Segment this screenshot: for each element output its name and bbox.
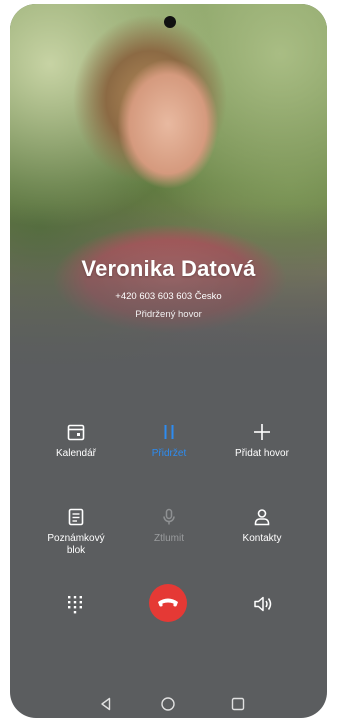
- caller-name: Veronika Datová: [81, 256, 256, 281]
- plus-icon: [254, 424, 270, 440]
- back-icon[interactable]: [98, 696, 114, 712]
- add-call-label: Přidat hovor: [235, 448, 289, 459]
- notepad-icon: [68, 508, 84, 526]
- speaker-button[interactable]: [252, 594, 274, 614]
- notepad-label-line-1: Poznámkový: [47, 533, 105, 544]
- navigation-bar: [10, 696, 327, 718]
- status-bar: [10, 11, 327, 25]
- notepad-label-line-2: blok: [66, 545, 86, 556]
- person-icon: [254, 509, 270, 526]
- contacts-label: Kontakty: [242, 533, 282, 544]
- notepad-button[interactable]: Poznámkový blok: [31, 507, 121, 557]
- calendar-icon: [67, 424, 85, 441]
- mute-button[interactable]: Ztlumit: [124, 507, 214, 545]
- hold-label: Přidržet: [151, 448, 187, 459]
- phone-screen: Veronika Datová +420 603 603 603 Česko P…: [10, 4, 327, 718]
- microphone-icon: [163, 508, 175, 525]
- caller-number: +420 603 603 603 Česko: [115, 291, 222, 302]
- dialpad-icon: [68, 596, 82, 614]
- speaker-icon: [254, 596, 272, 612]
- mute-label: Ztlumit: [154, 533, 184, 544]
- end-call-button[interactable]: [149, 584, 187, 622]
- calendar-button[interactable]: Kalendář: [31, 422, 121, 460]
- pause-icon: [164, 425, 174, 439]
- hang-up-icon: [158, 598, 178, 607]
- dialpad-button[interactable]: [65, 594, 85, 614]
- hold-button[interactable]: Přidržet: [124, 422, 214, 460]
- call-status: Přidržený hovor: [135, 309, 202, 320]
- calendar-label: Kalendář: [55, 448, 97, 459]
- home-icon[interactable]: [160, 696, 176, 712]
- add-call-button[interactable]: Přidat hovor: [217, 422, 307, 460]
- recents-icon[interactable]: [230, 696, 246, 712]
- contacts-button[interactable]: Kontakty: [217, 507, 307, 545]
